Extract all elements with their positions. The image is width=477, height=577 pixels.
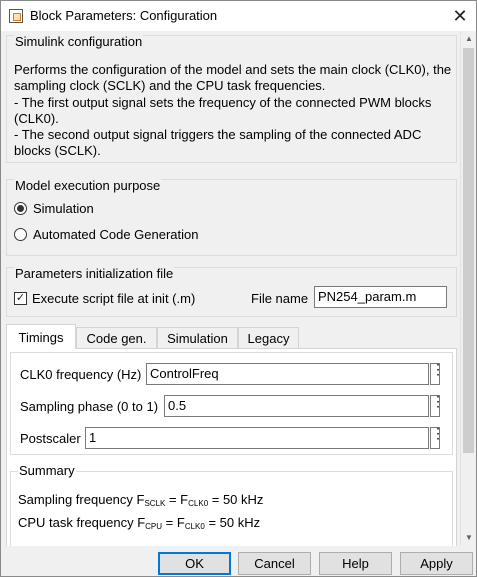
- scroll-up-icon[interactable]: ▲: [461, 31, 477, 47]
- more-options-icon[interactable]: ⋮: [430, 394, 445, 417]
- radio-code-generation[interactable]: Automated Code Generation: [14, 226, 199, 242]
- execute-script-checkbox-row[interactable]: ✓ Execute script file at init (.m): [14, 290, 195, 306]
- sampling-phase-input[interactable]: 0.5: [164, 395, 429, 417]
- execute-script-checkbox[interactable]: ✓: [14, 291, 27, 305]
- params-init-file-group: Parameters initialization file ✓ Execute…: [6, 266, 457, 317]
- apply-button[interactable]: Apply: [400, 552, 473, 575]
- description-line: (CLK0).: [14, 110, 59, 126]
- clk0-frequency-input[interactable]: ControlFreq: [146, 363, 429, 385]
- description-line: Performs the configuration of the model …: [14, 62, 452, 77]
- radio-simulation[interactable]: Simulation: [14, 200, 94, 216]
- more-options-icon[interactable]: ⋮: [430, 426, 445, 449]
- sampling-frequency-text: Sampling frequency FSCLK = FCLK0 = 50 kH…: [18, 492, 264, 508]
- scrollbar-thumb[interactable]: [463, 48, 474, 453]
- radio-label: Automated Code Generation: [33, 226, 199, 242]
- timings-fields: CLK0 frequency (Hz) ControlFreq ⋮ Sampli…: [10, 352, 453, 455]
- tab-simulation[interactable]: Simulation: [157, 327, 238, 348]
- button-bar: OK Cancel Help Apply: [1, 546, 476, 576]
- block-parameters-icon: [9, 9, 23, 23]
- group-title: Summary: [18, 463, 76, 478]
- file-name-input[interactable]: PN254_param.m: [314, 286, 447, 308]
- ok-button[interactable]: OK: [158, 552, 231, 575]
- cancel-button[interactable]: Cancel: [238, 552, 311, 575]
- simulink-configuration-group: Simulink configuration Performs the conf…: [6, 34, 457, 163]
- sampling-phase-label: Sampling phase (0 to 1): [20, 399, 159, 414]
- radio-label: Simulation: [33, 200, 94, 216]
- group-title: Parameters initialization file: [14, 266, 175, 281]
- close-icon[interactable]: ✕: [444, 1, 476, 31]
- tab-code-gen[interactable]: Code gen.: [76, 327, 157, 348]
- file-name-label: File name: [251, 291, 309, 306]
- tab-timings[interactable]: Timings: [6, 324, 76, 349]
- summary-group: Summary Sampling frequency FSCLK = FCLK0…: [10, 463, 453, 546]
- description-line: - The second output signal triggers the …: [14, 127, 422, 143]
- tab-strip: Timings Code gen. Simulation Legacy: [6, 324, 457, 349]
- postscaler-label: Postscaler: [20, 431, 81, 446]
- dialog-window: Block Parameters: Configuration ✕ Simuli…: [0, 0, 477, 577]
- radio-button-selected[interactable]: [14, 201, 27, 215]
- window-title: Block Parameters: Configuration: [30, 8, 218, 23]
- vertical-scrollbar[interactable]: ▲ ▼: [460, 31, 476, 546]
- group-title: Model execution purpose: [14, 178, 162, 193]
- clk0-frequency-label: CLK0 frequency (Hz): [20, 367, 142, 382]
- description-line: sampling clock (SCLK) and the CPU task f…: [14, 78, 326, 94]
- scroll-down-icon[interactable]: ▼: [461, 530, 477, 546]
- description: Performs the configuration of the model …: [14, 62, 454, 160]
- description-line: blocks (SCLK).: [14, 143, 101, 159]
- radio-button[interactable]: [14, 227, 27, 241]
- timings-tab-panel: CLK0 frequency (Hz) ControlFreq ⋮ Sampli…: [6, 348, 457, 546]
- checkbox-label: Execute script file at init (.m): [32, 290, 196, 306]
- postscaler-input[interactable]: 1: [85, 427, 429, 449]
- tab-legacy[interactable]: Legacy: [238, 327, 299, 348]
- group-title: Simulink configuration: [14, 34, 144, 49]
- description-line: - The first output signal sets the frequ…: [14, 94, 432, 110]
- more-options-icon[interactable]: ⋮: [430, 362, 445, 385]
- cpu-task-frequency-text: CPU task frequency FCPU = FCLK0 = 50 kHz: [18, 515, 261, 531]
- dialog-content: Simulink configuration Performs the conf…: [1, 31, 460, 546]
- execution-purpose-group: Model execution purpose Simulation Autom…: [6, 178, 457, 256]
- title-bar: Block Parameters: Configuration ✕: [1, 1, 476, 31]
- help-button[interactable]: Help: [319, 552, 392, 575]
